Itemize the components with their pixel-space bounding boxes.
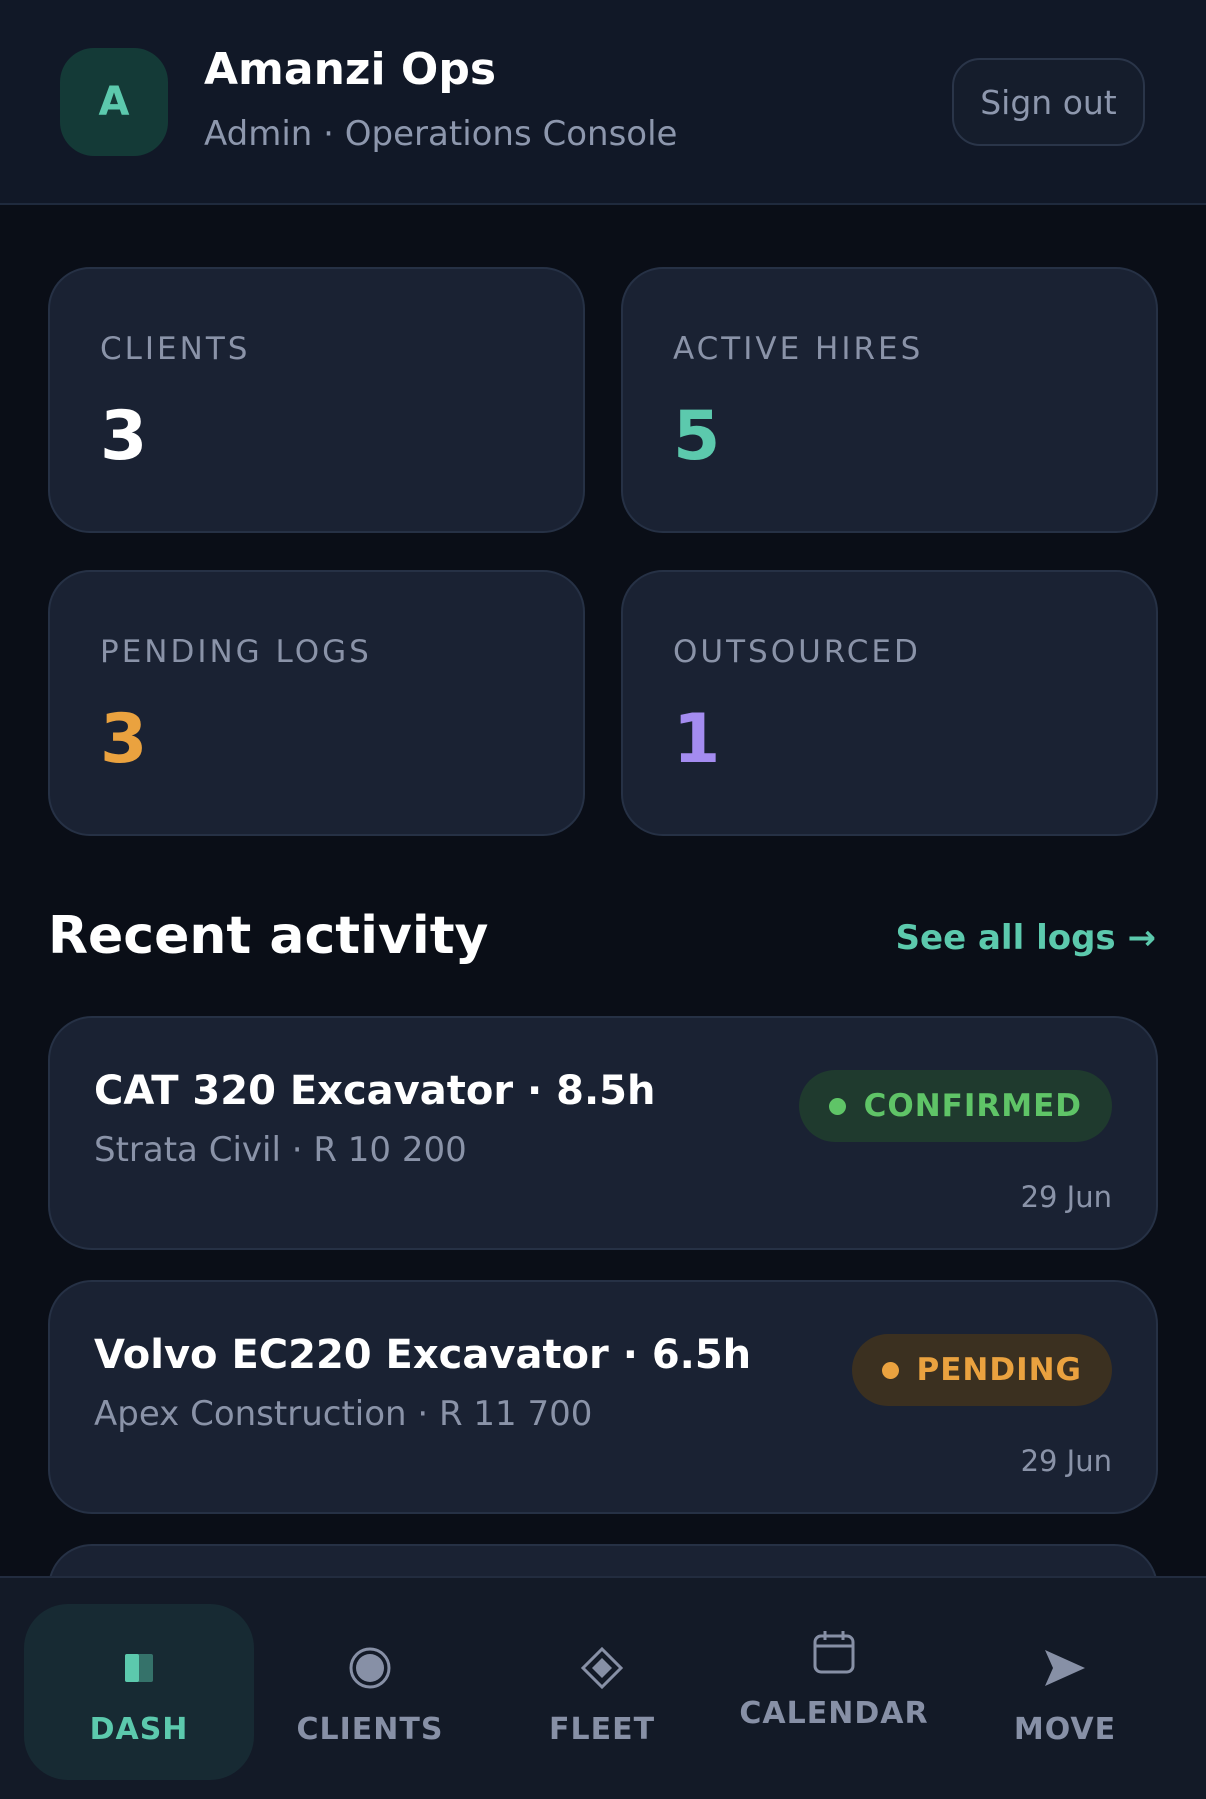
activity-date: 29 Jun — [1020, 1180, 1112, 1214]
dashboard-icon — [123, 1638, 155, 1698]
stat-card-clients[interactable]: CLIENTS 3 — [48, 267, 585, 533]
app-subtitle: Admin · Operations Console — [204, 114, 678, 154]
stat-value: 3 — [100, 700, 148, 779]
sign-out-button[interactable]: Sign out — [952, 58, 1145, 146]
stat-value: 3 — [100, 397, 148, 476]
activity-title: Volvo EC220 Excavator · 6.5h — [94, 1332, 752, 1378]
avatar: A — [60, 48, 168, 156]
clients-icon — [348, 1638, 392, 1698]
activity-card[interactable]: CAT 320 Excavator · 8.5h Strata Civil · … — [48, 1016, 1158, 1250]
section-title-recent-activity: Recent activity — [48, 906, 489, 966]
activity-title: CAT 320 Excavator · 8.5h — [94, 1068, 656, 1114]
stat-card-pending-logs[interactable]: PENDING LOGS 3 — [48, 570, 585, 836]
status-badge-confirmed: CONFIRMED — [798, 1070, 1112, 1142]
app-header: A Amanzi Ops Admin · Operations Console … — [0, 0, 1206, 205]
status-dot-icon — [828, 1097, 846, 1115]
see-all-logs-link[interactable]: See all logs → — [896, 918, 1156, 958]
nav-label: FLEET — [548, 1711, 656, 1747]
status-badge-pending: PENDING — [851, 1334, 1112, 1406]
status-badge-label: PENDING — [916, 1352, 1082, 1388]
stat-card-active-hires[interactable]: ACTIVE HIRES 5 — [621, 267, 1158, 533]
stat-label: OUTSOURCED — [673, 634, 921, 670]
activity-date: 29 Jun — [1020, 1444, 1112, 1478]
status-dot-icon — [881, 1361, 899, 1379]
bottom-nav: DASH CLIENTS FLEET CALENDAR MOVE — [0, 1576, 1206, 1799]
activity-card[interactable]: Volvo EC220 Excavator · 6.5h Apex Constr… — [48, 1280, 1158, 1514]
stat-card-outsourced[interactable]: OUTSOURCED 1 — [621, 570, 1158, 836]
calendar-icon — [812, 1622, 856, 1682]
nav-label: CLIENTS — [296, 1711, 444, 1747]
stat-label: PENDING LOGS — [100, 634, 372, 670]
nav-label: DASH — [89, 1711, 189, 1747]
nav-tab-move[interactable]: MOVE — [950, 1604, 1180, 1780]
nav-tab-dash[interactable]: DASH — [24, 1604, 254, 1780]
activity-subtitle: Strata Civil · R 10 200 — [94, 1130, 467, 1170]
move-icon — [1043, 1638, 1087, 1698]
stat-label: CLIENTS — [100, 331, 251, 367]
nav-label: MOVE — [1013, 1711, 1117, 1747]
nav-tab-calendar[interactable]: CALENDAR — [719, 1588, 949, 1764]
nav-tab-fleet[interactable]: FLEET — [487, 1604, 717, 1780]
nav-label: CALENDAR — [739, 1695, 929, 1731]
stat-value: 5 — [673, 397, 721, 476]
status-badge-label: CONFIRMED — [863, 1088, 1082, 1124]
fleet-icon — [581, 1638, 623, 1698]
stat-value: 1 — [673, 700, 721, 779]
activity-subtitle: Apex Construction · R 11 700 — [94, 1394, 593, 1434]
nav-tab-clients[interactable]: CLIENTS — [255, 1604, 485, 1780]
stat-label: ACTIVE HIRES — [673, 331, 924, 367]
app-title: Amanzi Ops — [204, 44, 497, 95]
